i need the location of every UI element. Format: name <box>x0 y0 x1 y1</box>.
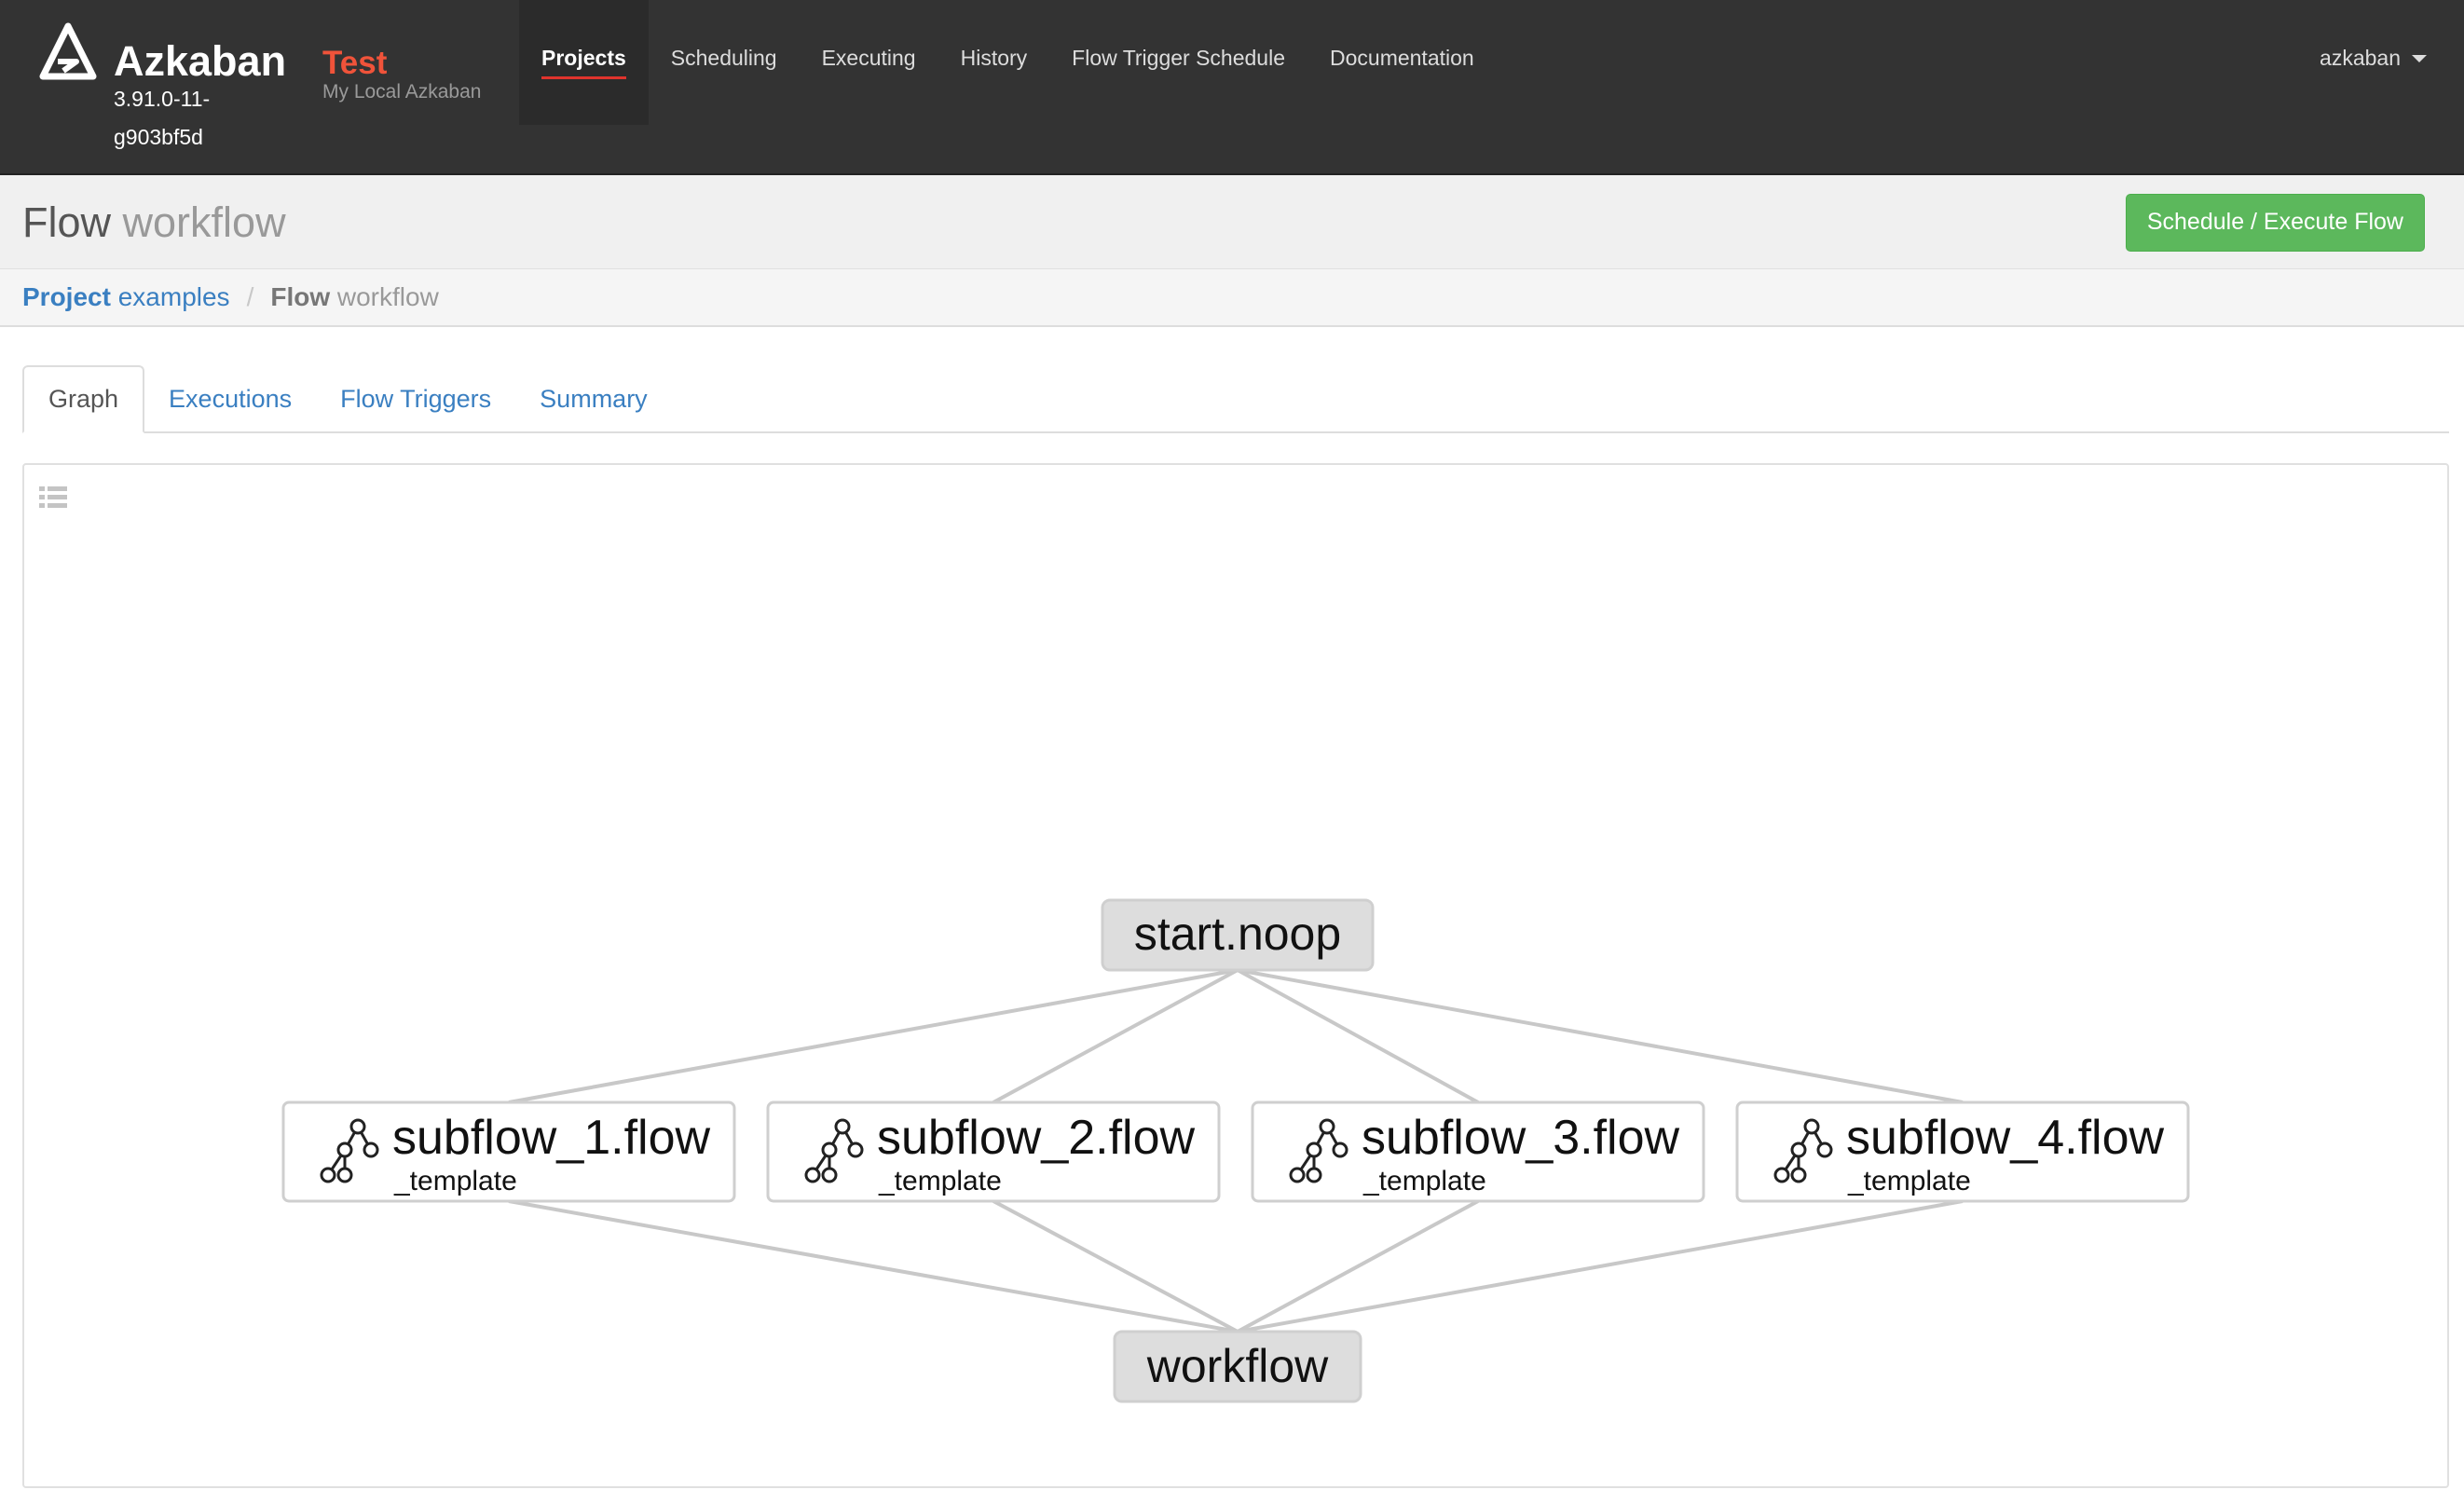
top-navbar: Azkaban 3.91.0-11-g903bf5d Test My Local… <box>0 0 2464 175</box>
node-end[interactable]: workflow <box>1113 1330 1362 1403</box>
edge-subflow-3-end <box>1237 1199 1479 1333</box>
caret-down-icon <box>2412 55 2427 62</box>
node-subflow-2[interactable]: subflow_2.flow _template <box>766 1100 1221 1203</box>
edge-start-subflow-2 <box>992 968 1239 1104</box>
main-nav: Projects Scheduling Executing History Fl… <box>519 0 1497 125</box>
nav-executing[interactable]: Executing <box>800 0 938 125</box>
environment-description: My Local Azkaban <box>322 81 482 103</box>
nav-projects[interactable]: Projects <box>519 0 649 125</box>
node-subflow-3-label: subflow_3.flow <box>1362 1111 1680 1165</box>
breadcrumb-flow-name: workflow <box>336 282 439 311</box>
nav-history[interactable]: History <box>938 0 1050 125</box>
environment-name: Test <box>322 45 388 81</box>
tab-graph[interactable]: Graph <box>22 365 145 433</box>
nav-projects-label: Projects <box>541 45 626 79</box>
breadcrumb-project-name: examples <box>117 282 230 311</box>
edge-start-subflow-4 <box>1237 968 1964 1104</box>
breadcrumb-project-keyword: Project <box>22 282 111 311</box>
edge-start-subflow-1 <box>508 968 1239 1104</box>
breadcrumb-project-link[interactable]: Project examples <box>22 282 230 312</box>
flow-tabs: Graph Executions Flow Triggers Summary <box>22 365 2449 433</box>
graph-panel[interactable]: start.noop subflow_1.flow _template subf… <box>22 463 2449 1488</box>
nav-flow-trigger-schedule-label: Flow Trigger Schedule <box>1072 46 1285 70</box>
user-menu[interactable]: azkaban <box>2320 45 2427 71</box>
brand-version: 3.91.0-11-g903bf5d <box>114 87 211 149</box>
page-title: Flow workflow <box>22 198 286 248</box>
node-subflow-3-sublabel: _template <box>1362 1166 1486 1196</box>
node-subflow-2-sublabel: _template <box>878 1166 1002 1196</box>
nav-history-label: History <box>960 46 1028 70</box>
nav-flow-trigger-schedule[interactable]: Flow Trigger Schedule <box>1049 0 1307 125</box>
schedule-execute-flow-button[interactable]: Schedule / Execute Flow <box>2125 194 2425 252</box>
node-subflow-1-label: subflow_1.flow <box>392 1111 711 1165</box>
node-start-label: start.noop <box>1134 908 1341 960</box>
node-subflow-2-label: subflow_2.flow <box>877 1111 1196 1165</box>
node-subflow-4[interactable]: subflow_4.flow _template <box>1735 1100 2190 1203</box>
tab-flow-triggers[interactable]: Flow Triggers <box>316 365 515 432</box>
edge-start-subflow-3 <box>1237 968 1479 1104</box>
node-end-label: workflow <box>1146 1340 1329 1392</box>
nav-documentation[interactable]: Documentation <box>1307 0 1497 125</box>
edge-subflow-4-end <box>1237 1199 1964 1333</box>
node-start[interactable]: start.noop <box>1101 898 1375 972</box>
azkaban-logo-icon[interactable] <box>37 22 99 84</box>
node-subflow-1-sublabel: _template <box>393 1166 517 1196</box>
user-name: azkaban <box>2320 46 2401 70</box>
nav-executing-label: Executing <box>821 46 916 70</box>
breadcrumb-current-flow: Flow workflow <box>270 282 438 312</box>
tab-summary[interactable]: Summary <box>515 365 672 432</box>
page-header: Flow workflow Schedule / Execute Flow <box>0 175 2464 269</box>
edge-subflow-2-end <box>992 1199 1239 1333</box>
breadcrumb: Project examples / Flow workflow <box>0 269 2464 327</box>
node-subflow-4-sublabel: _template <box>1847 1166 1971 1196</box>
flow-graph: start.noop subflow_1.flow _template subf… <box>281 898 2190 1403</box>
nav-scheduling-label: Scheduling <box>670 46 777 70</box>
brand-name[interactable]: Azkaban <box>114 37 286 86</box>
node-subflow-4-label: subflow_4.flow <box>1846 1111 2165 1165</box>
node-subflow-3[interactable]: subflow_3.flow _template <box>1251 1100 1705 1203</box>
node-subflow-1[interactable]: subflow_1.flow _template <box>281 1100 736 1203</box>
nav-scheduling[interactable]: Scheduling <box>649 0 800 125</box>
page-title-name: workflow <box>122 198 286 246</box>
nav-documentation-label: Documentation <box>1330 46 1474 70</box>
edge-subflow-1-end <box>508 1199 1239 1333</box>
page-title-keyword: Flow <box>22 198 112 246</box>
breadcrumb-separator: / <box>246 282 254 311</box>
breadcrumb-flow-keyword: Flow <box>270 282 331 311</box>
tab-executions[interactable]: Executions <box>144 365 316 432</box>
